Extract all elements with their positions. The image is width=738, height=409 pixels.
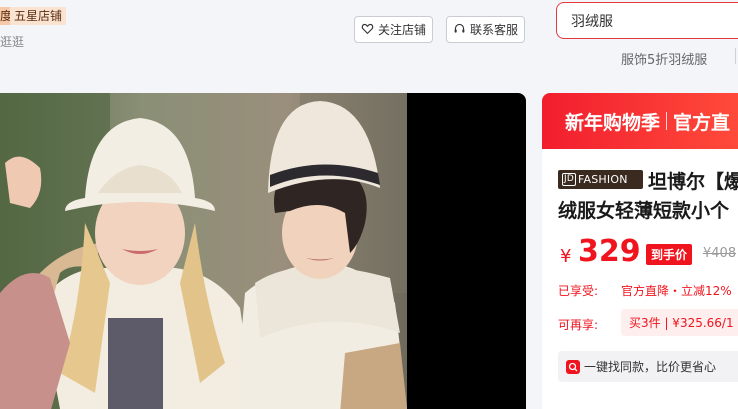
follow-shop-label: 关注店铺 xyxy=(378,23,427,37)
multi-buy-text: 买3件 | ¥325.66/1 xyxy=(629,316,734,330)
original-price: ¥408 xyxy=(703,246,737,261)
product-title-line2: 绒服女轻薄短款小个 xyxy=(558,200,730,222)
heart-icon xyxy=(361,22,374,38)
promo-divider xyxy=(666,112,668,130)
product-gallery[interactable] xyxy=(0,93,526,409)
follow-shop-button[interactable]: 关注店铺 xyxy=(354,16,434,43)
product-info-card: JD FASHION 坦博尔【爆 绒服女轻薄短款小个 ¥ 329 到手价 ¥40… xyxy=(542,149,738,409)
enjoyed-label: 已享受: xyxy=(558,284,599,298)
multi-buy-offer[interactable]: 买3件 | ¥325.66/1 xyxy=(621,309,738,336)
jd-logo: JD xyxy=(562,173,576,186)
five-star-shop-label: 五星店铺 xyxy=(10,7,67,25)
final-price-tag: 到手价 xyxy=(646,244,692,265)
promo-banner: 新年购物季 官方直 xyxy=(542,93,738,149)
search-query: 羽绒服 xyxy=(571,13,613,30)
fashion-label: FASHION xyxy=(578,173,628,186)
promo-official: 官方直 xyxy=(673,111,731,134)
shop-rating-badge: 度 五星店铺 xyxy=(0,7,67,25)
contact-service-label: 联系客服 xyxy=(470,23,519,37)
jd-fashion-badge: JD FASHION xyxy=(558,170,643,189)
final-price: 329 xyxy=(578,234,641,269)
search-input[interactable]: 羽绒服 xyxy=(556,2,738,39)
contact-service-button[interactable]: 联系客服 xyxy=(446,16,526,43)
browse-shop-link[interactable]: 逛逛 xyxy=(0,33,24,50)
promo-title: 新年购物季 xyxy=(565,111,661,134)
hot-word-divider xyxy=(735,48,736,64)
compare-icon xyxy=(566,359,580,374)
find-similar-text: 一键找同款，比价更省心 xyxy=(584,360,717,374)
shop-rank-fragment: 度 xyxy=(0,7,10,25)
product-photo xyxy=(0,93,407,409)
product-title-line1: 坦博尔【爆 xyxy=(648,171,738,193)
hot-search-word[interactable]: 服饰5折羽绒服 xyxy=(621,49,707,68)
find-similar-button[interactable]: 一键找同款，比价更省心 xyxy=(558,351,738,382)
available-label: 可再享: xyxy=(558,318,599,332)
currency-symbol: ¥ xyxy=(560,246,572,267)
enjoyed-discount[interactable]: 官方直降・立减12% xyxy=(621,282,732,299)
headset-icon xyxy=(453,22,466,38)
